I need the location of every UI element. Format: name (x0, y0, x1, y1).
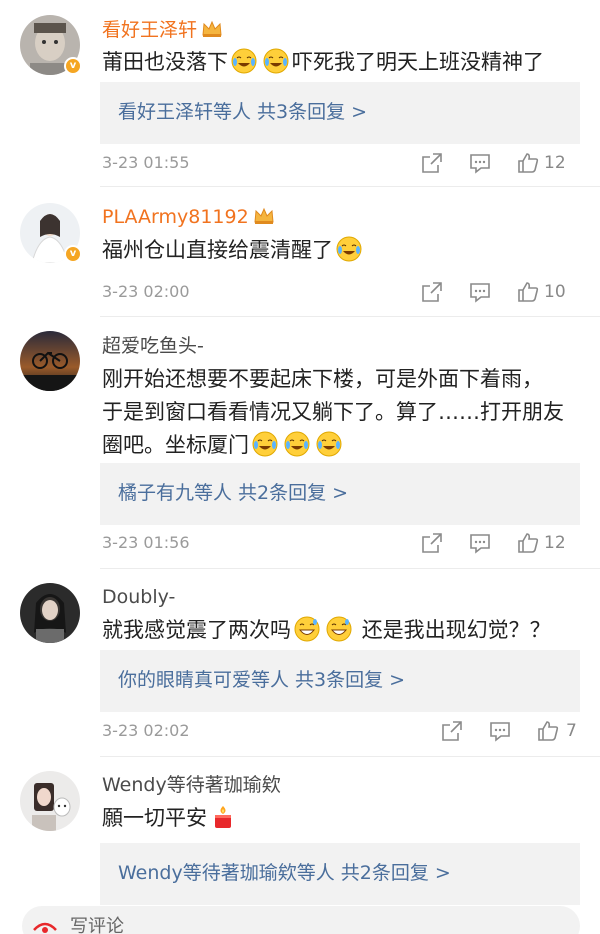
timestamp: 3-23 02:00 (102, 282, 190, 301)
laugh-cry-emoji (316, 431, 342, 457)
comment-text: 刚开始还想要不要起床下楼，可是外面下着雨， 于是到窗口看看情况又躺下了。算了……… (102, 363, 582, 462)
write-comment-label[interactable]: 写评论 (70, 916, 124, 934)
vip-crown-icon (202, 20, 222, 37)
reply-summary-link[interactable]: 看好王泽轩等人 共3条回复 > (118, 99, 367, 125)
verified-badge: v (64, 57, 82, 75)
write-comment-bar[interactable]: 写评论 (22, 906, 580, 934)
candle-emoji (215, 806, 231, 828)
comment-item: Doubly- 就我感觉震了两次吗 还是我出现幻觉？？ 你的眼睛真可爱等人 共3… (0, 569, 600, 755)
comment-text-line: 刚开始还想要不要起床下楼，可是外面下着雨， (102, 367, 543, 391)
username-text[interactable]: 超爱吃鱼头- (102, 335, 204, 357)
comment-text-part: 圈吧。坐标厦门 (102, 433, 249, 457)
comment-text-part: 还是我出现幻觉？？ (361, 618, 551, 642)
reply-summary[interactable]: Wendy等待著珈瑜欸等人 共2条回复 > (100, 843, 580, 905)
avatar[interactable] (20, 583, 80, 643)
timestamp: 3-23 01:56 (102, 533, 190, 552)
timestamp: 3-23 01:55 (102, 153, 190, 172)
username-text[interactable]: PLAArmy81192 (102, 206, 249, 228)
app-logo-icon (33, 922, 57, 933)
laugh-cry-emoji (284, 431, 310, 457)
comment-text-part: 願一切平安 (102, 806, 207, 830)
reply-summary[interactable]: 橘子有九等人 共2条回复 > (100, 463, 580, 525)
comment-text: 福州仓山直接给震清醒了 (102, 234, 582, 267)
like-count: 10 (544, 282, 566, 302)
username[interactable]: 看好王泽轩 (102, 17, 223, 43)
repost-icon[interactable] (420, 280, 444, 304)
comment-icon[interactable] (468, 280, 492, 304)
comment-item: Wendy等待著珈瑜欸 願一切平安 Wendy等待著珈瑜欸等人 共2条回复 > (0, 757, 600, 907)
like-icon[interactable] (516, 531, 540, 555)
reply-summary[interactable]: 你的眼睛真可爱等人 共3条回复 > (100, 650, 580, 712)
like-count: 7 (566, 721, 577, 741)
comment-text-part: 莆田也没落下 (102, 50, 228, 74)
username[interactable]: Wendy等待著珈瑜欸 (102, 772, 281, 798)
username[interactable]: Doubly- (102, 584, 175, 610)
comment-text: 莆田也没落下 吓死我了明天上班没精神了 (102, 46, 582, 79)
like-icon[interactable] (536, 719, 560, 743)
comment-actions: 12 (420, 531, 580, 557)
like-icon[interactable] (516, 151, 540, 175)
reply-summary-link[interactable]: 橘子有九等人 共2条回复 > (118, 480, 348, 506)
repost-icon[interactable] (420, 151, 444, 175)
comment-text-line: 圈吧。坐标厦门 (102, 429, 582, 462)
comment-text-part: 福州仓山直接给震清醒了 (102, 238, 333, 262)
username-text[interactable]: Wendy等待著珈瑜欸 (102, 774, 281, 796)
username-text[interactable]: Doubly- (102, 586, 175, 608)
comment-icon[interactable] (468, 151, 492, 175)
comment-text-part: 吓死我了明天上班没精神了 (292, 50, 544, 74)
like-count: 12 (544, 153, 566, 173)
laugh-cry-emoji (336, 236, 362, 262)
comment-icon[interactable] (488, 719, 512, 743)
grin-sweat-emoji (326, 616, 352, 642)
comment-text: 就我感觉震了两次吗 还是我出现幻觉？？ (102, 614, 582, 647)
comment-actions: 7 (440, 719, 580, 745)
comment-item: v 看好王泽轩 莆田也没落下 吓死我了明天上班没精神了 看好王泽轩等人 共3条回复… (0, 0, 600, 185)
laugh-cry-emoji (252, 431, 278, 457)
repost-icon[interactable] (440, 719, 464, 743)
avatar[interactable] (20, 331, 80, 391)
reply-summary-link[interactable]: Wendy等待著珈瑜欸等人 共2条回复 > (118, 860, 451, 886)
comment-text-line: 于是到窗口看看情况又躺下了。算了……打开朋友 (102, 400, 564, 424)
repost-icon[interactable] (420, 531, 444, 555)
comment-item: 超爱吃鱼头- 刚开始还想要不要起床下楼，可是外面下着雨， 于是到窗口看看情况又躺… (0, 317, 600, 567)
vip-crown-icon (254, 207, 274, 224)
comment-actions: 12 (420, 151, 580, 177)
laugh-cry-emoji (231, 48, 257, 74)
timestamp: 3-23 02:02 (102, 721, 190, 740)
laugh-cry-emoji (263, 48, 289, 74)
reply-summary-link[interactable]: 你的眼睛真可爱等人 共3条回复 > (118, 667, 405, 693)
username-text[interactable]: 看好王泽轩 (102, 19, 197, 41)
avatar[interactable] (20, 771, 80, 831)
grin-sweat-emoji (294, 616, 320, 642)
reply-summary[interactable]: 看好王泽轩等人 共3条回复 > (100, 82, 580, 144)
comment-actions: 10 (420, 280, 580, 306)
username[interactable]: 超爱吃鱼头- (102, 333, 204, 359)
comment-item: v PLAArmy81192 福州仓山直接给震清醒了 3-23 02:00 10 (0, 187, 600, 315)
username[interactable]: PLAArmy81192 (102, 204, 275, 230)
verified-badge: v (64, 245, 82, 263)
comment-icon[interactable] (468, 531, 492, 555)
comment-text-part: 就我感觉震了两次吗 (102, 618, 291, 642)
comment-text: 願一切平安 (102, 802, 582, 835)
like-count: 12 (544, 533, 566, 553)
like-icon[interactable] (516, 280, 540, 304)
